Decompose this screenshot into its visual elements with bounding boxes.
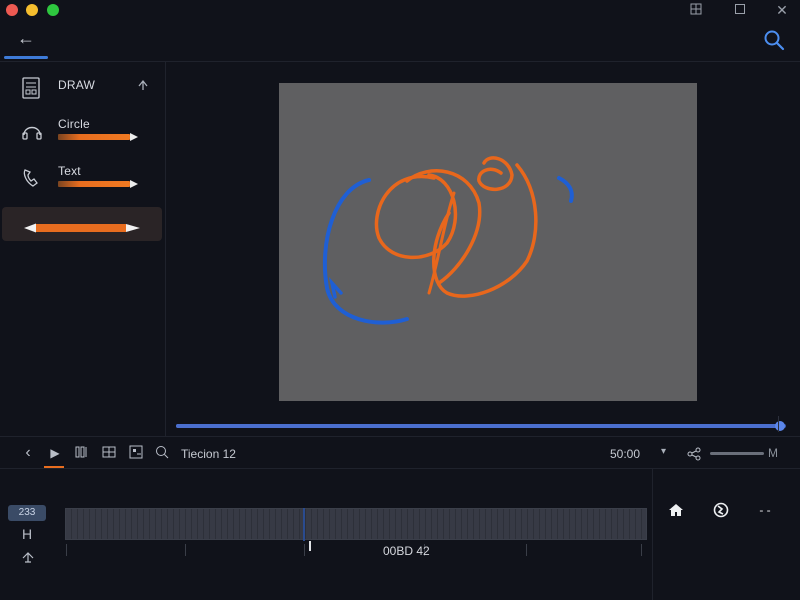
play-button[interactable]: ▶ [47,445,63,461]
minimize-window-button[interactable] [26,4,38,16]
ruler-tick [641,544,642,556]
zoom-window-button[interactable] [47,4,59,16]
title-bar: ✕ [0,0,800,22]
text-stroke-preview [58,180,138,188]
search-icon[interactable] [762,28,786,52]
timecode-display: 00BD 42 [383,544,430,558]
globe-icon[interactable] [712,501,730,519]
selected-pencil-tool[interactable] [2,207,162,241]
layers-icon[interactable] [128,445,144,461]
close-icon[interactable]: ✕ [775,3,789,17]
sidebar-item-label: Text [58,164,81,178]
ruler-tick [526,544,527,556]
back-underline [4,56,48,59]
sidebar-item-circle[interactable]: Circle [0,112,166,156]
ruler-tick [185,544,186,556]
pencil-icon [24,220,140,233]
top-toolbar: ← [0,22,800,62]
volume-slider[interactable] [710,452,764,455]
share-icon[interactable] [686,446,702,462]
playback-bar: ‹ ▶ Tiecion 12 50:00 ▾ M [0,436,800,469]
close-window-button[interactable] [6,4,18,16]
ruler-tick [66,544,67,556]
sidebar-item-text[interactable]: Text [0,158,166,202]
timeline-playhead[interactable] [303,508,305,541]
ruler-tick [304,544,305,556]
chevron-down-icon[interactable]: ▾ [661,446,666,457]
columns-icon[interactable] [74,445,90,461]
progress-fill [176,424,780,428]
canvas-area [166,62,800,436]
timeline-label: Tiecion 12 [181,447,236,461]
sidebar-item-label: Circle [58,117,90,131]
previous-button[interactable]: ‹ [20,445,36,461]
track-badge[interactable]: 233 [8,505,46,521]
expand-up-icon[interactable] [20,549,36,565]
headphones-icon [20,119,44,143]
time-display: 50:00 [610,447,641,461]
canvas-progress-slider[interactable] [176,421,786,431]
volume-label: M [768,446,778,460]
more-icon[interactable]: - - [756,501,774,519]
zoom-icon[interactable] [154,445,170,461]
home-icon[interactable] [667,501,685,519]
back-button[interactable]: ← [12,26,40,52]
timeline-panel: 233 H 00BD 42 - - [0,469,800,600]
drawing-canvas[interactable] [279,83,697,401]
timeline-strip[interactable] [65,508,647,540]
sidebar-item-draw[interactable]: DRAW [0,68,166,112]
tile-icon[interactable] [690,3,704,17]
tool-sidebar: DRAW Circle Text [0,62,166,436]
grid-icon[interactable] [101,445,117,461]
play-underline [44,466,64,468]
track-letter: H [22,526,33,542]
phone-icon [20,166,44,190]
progress-end-divider [778,416,788,432]
timeline-right-panel: - - [652,469,800,600]
document-icon [20,76,44,100]
maximize-icon[interactable] [734,3,748,17]
circle-stroke-preview [58,133,138,141]
playhead-marker [309,541,311,551]
sidebar-item-label: DRAW [58,78,96,92]
share-icon[interactable] [136,78,150,92]
